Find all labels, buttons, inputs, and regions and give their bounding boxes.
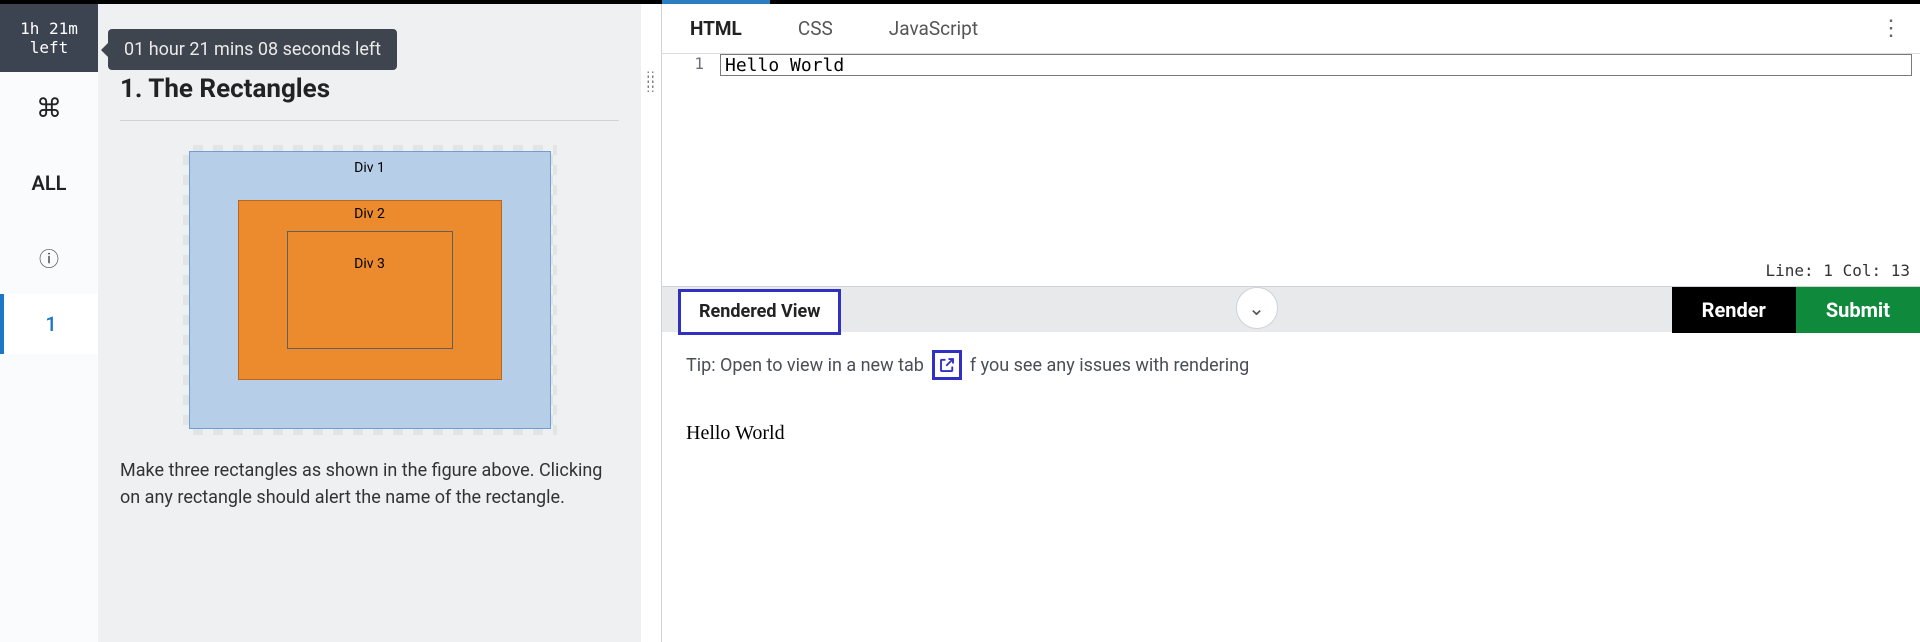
figure-div2: Div 2 Div 3 xyxy=(238,200,502,380)
tip-row: Tip: Open to view in a new tab f you see… xyxy=(662,332,1920,388)
command-icon: ⌘ xyxy=(36,94,62,124)
code-column: Hello World xyxy=(720,54,1920,286)
tab-css[interactable]: CSS xyxy=(770,4,861,53)
code-line-1[interactable]: Hello World xyxy=(720,54,1912,76)
tip-pre: Tip: Open to view in a new tab xyxy=(686,355,924,376)
all-questions-button[interactable]: ALL xyxy=(0,146,98,220)
line-numbers: 1 xyxy=(662,54,720,286)
question-number: 1 xyxy=(45,312,56,336)
submit-button[interactable]: Submit xyxy=(1796,287,1920,333)
info-button[interactable]: ⓘ xyxy=(0,220,98,294)
drag-handle-icon: ∷∷∷∷ xyxy=(647,72,655,92)
figure-div1-label: Div 1 xyxy=(354,160,385,176)
editor-more-button[interactable]: ⋮ xyxy=(1862,4,1920,53)
figure-div2-label: Div 2 xyxy=(354,206,385,222)
figure-div3-label: Div 3 xyxy=(354,256,385,272)
all-label: ALL xyxy=(32,171,67,195)
tab-js[interactable]: JavaScript xyxy=(861,4,1006,53)
tab-css-label: CSS xyxy=(798,17,833,40)
render-button[interactable]: Render xyxy=(1672,287,1796,333)
timer-tooltip: 01 hour 21 mins 08 seconds left xyxy=(108,29,397,70)
figure-div1: Div 1 Div 2 Div 3 xyxy=(189,151,551,429)
editor-tabbar: HTML CSS JavaScript ⋮ xyxy=(662,4,1920,54)
rendered-view-tab[interactable]: Rendered View xyxy=(678,289,841,335)
kebab-icon: ⋮ xyxy=(1880,16,1902,41)
editor-panel: HTML CSS JavaScript ⋮ 1 Hello World Line… xyxy=(661,4,1920,642)
timer-line1: 1h 21m xyxy=(0,19,98,38)
submit-label: Submit xyxy=(1826,298,1890,322)
left-nav: 1h 21m left 01 hour 21 mins 08 seconds l… xyxy=(0,4,98,642)
midbar: Rendered View ⌄ Render Submit xyxy=(662,286,1920,332)
render-label: Render xyxy=(1702,298,1766,322)
figure-div3: Div 3 xyxy=(287,231,453,349)
rendered-view-label: Rendered View xyxy=(699,301,820,322)
tab-html[interactable]: HTML xyxy=(662,4,770,53)
code-editor[interactable]: 1 Hello World Line: 1 Col: 13 xyxy=(662,54,1920,286)
info-icon: ⓘ xyxy=(39,243,59,272)
tip-post: f you see any issues with rendering xyxy=(970,355,1249,376)
cursor-status: Line: 1 Col: 13 xyxy=(1766,261,1911,280)
tooltip-text: 01 hour 21 mins 08 seconds left xyxy=(124,39,381,60)
open-new-tab-button[interactable] xyxy=(932,350,962,380)
collapse-toggle[interactable]: ⌄ xyxy=(1236,287,1278,329)
timer-line2: left xyxy=(0,38,98,57)
timer-box[interactable]: 1h 21m left xyxy=(0,4,98,72)
chevron-down-icon: ⌄ xyxy=(1248,296,1265,320)
output-text: Hello World xyxy=(686,422,785,444)
tab-js-label: JavaScript xyxy=(889,17,978,40)
question-1-button[interactable]: 1 xyxy=(0,294,98,354)
resize-gutter[interactable]: ∷∷∷∷ xyxy=(641,4,661,642)
line-number-1: 1 xyxy=(662,54,720,76)
figure: Div 1 Div 2 Div 3 xyxy=(183,145,557,435)
description-panel: 1. The Rectangles Div 1 Div 2 Div 3 Make… xyxy=(98,4,641,642)
external-link-icon xyxy=(938,356,956,374)
problem-text: Make three rectangles as shown in the fi… xyxy=(120,457,619,511)
tab-html-label: HTML xyxy=(690,17,742,40)
command-menu-button[interactable]: ⌘ xyxy=(0,72,98,146)
rendered-output: Hello World xyxy=(662,388,1920,479)
divider xyxy=(120,120,619,121)
problem-title: 1. The Rectangles xyxy=(120,74,619,104)
